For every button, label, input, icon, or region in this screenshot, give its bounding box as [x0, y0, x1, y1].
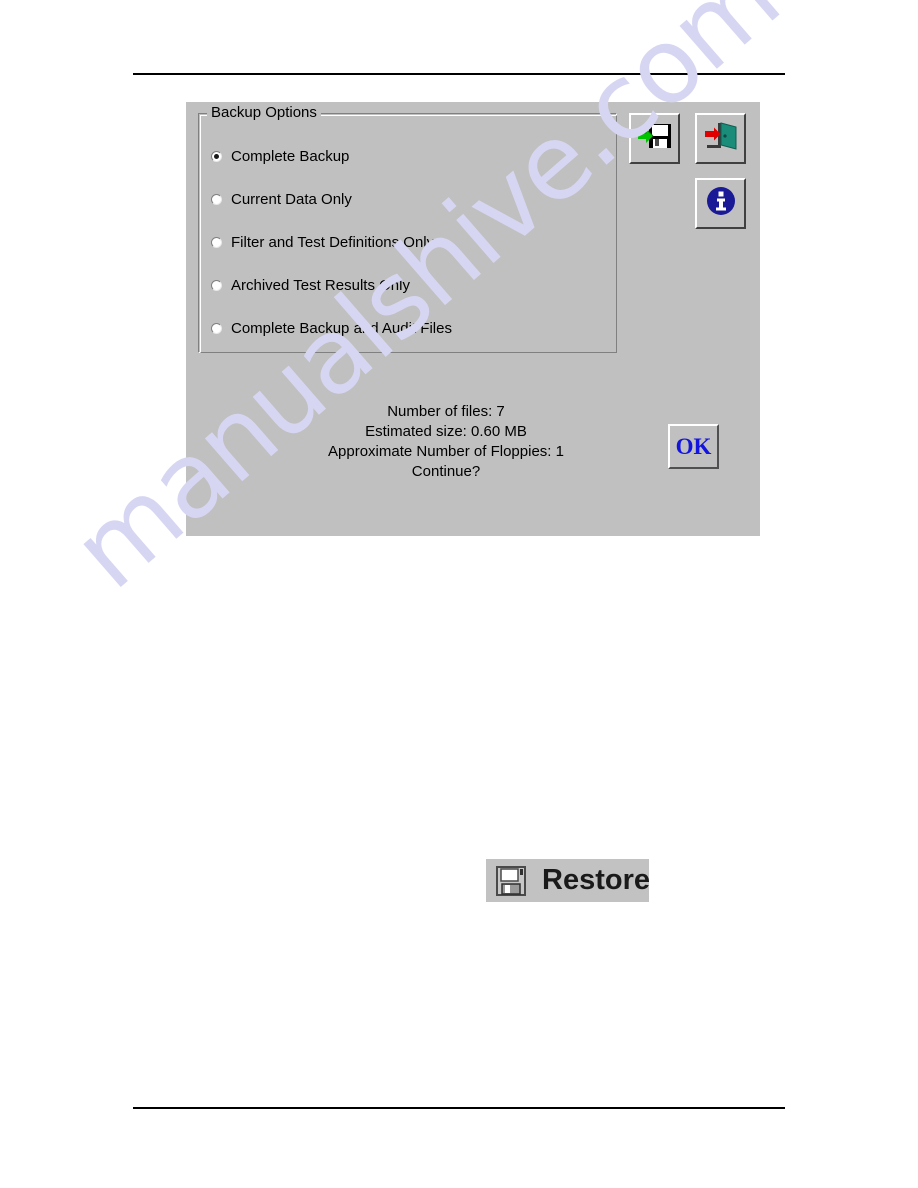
summary-line-continue-prompt: Continue? — [411, 463, 481, 480]
page-footer-rule — [133, 1107, 785, 1109]
exit-button[interactable] — [695, 113, 746, 164]
radio-option-archived-test-results-only[interactable]: Archived Test Results Only — [211, 275, 410, 295]
exit-door-icon — [704, 120, 738, 157]
radio-option-current-data-only[interactable]: Current Data Only — [211, 189, 352, 209]
radio-indicator[interactable] — [211, 236, 222, 248]
backup-button[interactable] — [629, 113, 680, 164]
radio-label: Current Data Only — [231, 190, 352, 208]
info-circle-icon — [705, 185, 737, 222]
backup-summary-text: Number of files: 7 Estimated size: 0.60 … — [246, 402, 646, 482]
radio-indicator[interactable] — [211, 150, 222, 162]
groupbox-title: Backup Options — [207, 104, 321, 121]
floppy-disk-save-icon — [637, 120, 672, 157]
radio-indicator[interactable] — [211, 193, 222, 205]
restore-menu-item[interactable]: Restore — [486, 859, 650, 902]
radio-option-complete-backup-and-audit-files[interactable]: Complete Backup and Audit Files — [211, 318, 452, 338]
summary-line-estimated-size: Estimated size: 0.60 MB — [365, 423, 527, 440]
floppy-disk-icon — [494, 864, 528, 898]
restore-label: Restore — [542, 864, 650, 896]
radio-label: Complete Backup — [231, 147, 350, 165]
radio-option-complete-backup[interactable]: Complete Backup — [211, 146, 349, 166]
radio-indicator[interactable] — [211, 322, 222, 334]
page-header-rule — [133, 73, 785, 75]
radio-option-filter-and-test-definitions-only[interactable]: Filter and Test Definitions Only — [211, 232, 434, 252]
radio-label: Complete Backup and Audit Files — [231, 319, 452, 337]
radio-label: Archived Test Results Only — [231, 276, 410, 294]
ok-button[interactable]: OK — [668, 424, 719, 469]
backup-options-groupbox: Backup Options Complete Backup Current D… — [198, 104, 617, 353]
backup-dialog: Backup Options Complete Backup Current D… — [186, 102, 760, 536]
info-button[interactable] — [695, 178, 746, 229]
radio-indicator[interactable] — [211, 279, 222, 291]
summary-line-floppy-count: Approximate Number of Floppies: 1 — [328, 443, 564, 460]
radio-label: Filter and Test Definitions Only — [231, 233, 435, 251]
summary-line-file-count: Number of files: 7 — [387, 403, 505, 420]
